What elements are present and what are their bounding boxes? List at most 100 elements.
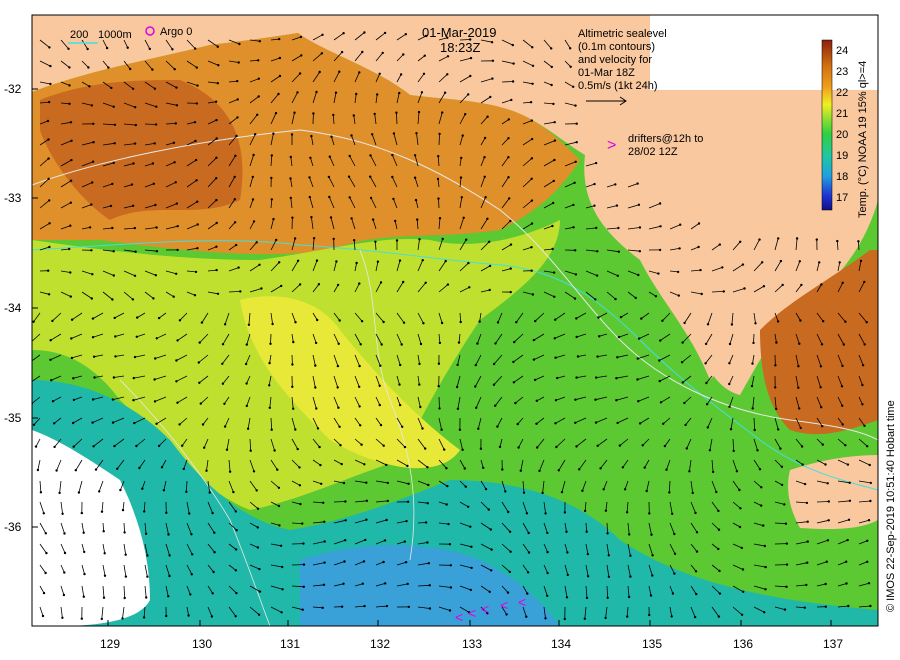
velocity-vector-head <box>509 243 513 246</box>
velocity-vector-head <box>188 512 191 515</box>
velocity-vector-head <box>421 427 424 430</box>
velocity-vector-head <box>422 72 426 76</box>
velocity-vector-head <box>457 341 461 344</box>
velocity-vector-head <box>398 383 401 386</box>
velocity-vector-head <box>92 445 95 448</box>
velocity-vector-head <box>32 320 35 323</box>
velocity-vector-head <box>575 122 578 125</box>
velocity-vector-head <box>124 553 127 556</box>
velocity-vector-head <box>215 118 218 122</box>
velocity-vector-head <box>154 203 157 207</box>
velocity-vector-head <box>294 428 297 431</box>
velocity-vector-head <box>112 274 116 277</box>
velocity-vector-head <box>160 466 164 469</box>
velocity-vector-head <box>272 217 275 221</box>
velocity-vector-head <box>697 222 701 225</box>
credit-text: © IMOS 22-Sep-2019 10:51:40 Hobart time <box>885 400 897 612</box>
velocity-vector-head <box>359 424 362 427</box>
velocity-vector-head <box>446 283 450 286</box>
velocity-vector-head <box>36 468 40 472</box>
velocity-vector-head <box>827 500 830 503</box>
velocity-vector-head <box>841 364 844 368</box>
velocity-vector-head <box>194 139 197 143</box>
velocity-vector-head <box>484 487 488 491</box>
velocity-vector-head <box>819 365 823 368</box>
velocity-vector-head <box>596 444 599 447</box>
velocity-vector-head <box>413 176 417 179</box>
velocity-vector-head <box>777 237 780 240</box>
velocity-vector-head <box>194 47 197 50</box>
velocity-vector-head <box>742 590 745 593</box>
velocity-vector-head <box>380 343 383 346</box>
velocity-vector-head <box>764 565 767 569</box>
velocity-vector-head <box>176 401 179 404</box>
altimetry-note-line: 0.5m/s (1kt 24h) <box>578 80 657 92</box>
velocity-vector-head <box>455 385 459 389</box>
velocity-vector-head <box>275 238 278 242</box>
velocity-vector-head <box>659 401 663 404</box>
velocity-vector-head <box>458 428 462 431</box>
velocity-vector-head <box>90 249 93 252</box>
velocity-vector-head <box>869 604 872 608</box>
velocity-vector-head <box>494 342 497 345</box>
velocity-vector-head <box>175 104 179 107</box>
velocity-vector-head <box>583 617 586 620</box>
velocity-vector-head <box>212 570 215 574</box>
velocity-vector-head <box>237 61 240 64</box>
velocity-vector-head <box>298 72 302 75</box>
velocity-vector-head <box>210 615 214 618</box>
velocity-vector-head <box>268 406 271 409</box>
velocity-vector-head <box>314 341 318 345</box>
velocity-vector-head <box>245 343 248 346</box>
velocity-vector-head <box>336 364 340 368</box>
velocity-vector-head <box>214 100 218 103</box>
velocity-vector-head <box>143 510 146 513</box>
velocity-vector-head <box>446 484 449 488</box>
velocity-vector-head <box>338 70 341 73</box>
velocity-vector-head <box>173 68 176 71</box>
velocity-vector-head <box>234 569 238 572</box>
velocity-vector-head <box>337 406 340 409</box>
velocity-vector-head <box>718 243 721 246</box>
velocity-vector-head <box>358 71 361 74</box>
velocity-vector-head <box>732 449 735 453</box>
velocity-vector-head <box>61 512 64 515</box>
velocity-vector-head <box>228 470 232 473</box>
velocity-vector-head <box>385 518 388 522</box>
velocity-vector-head <box>399 73 403 76</box>
velocity-vector-head <box>252 470 256 473</box>
velocity-vector-head <box>799 426 802 430</box>
velocity-vector-head <box>252 220 256 223</box>
velocity-vector-head <box>316 427 320 430</box>
velocity-vector-head <box>516 422 519 426</box>
velocity-vector-head <box>86 47 89 51</box>
lon-tick-label: 131 <box>280 637 300 651</box>
velocity-vector-head <box>706 426 709 429</box>
velocity-vector-head <box>490 569 493 572</box>
velocity-vector-head <box>315 407 318 410</box>
velocity-vector-head <box>332 113 335 117</box>
velocity-vector-head <box>848 481 851 484</box>
colorbar-tick: 21 <box>836 108 848 120</box>
velocity-vector-head <box>463 467 466 470</box>
velocity-vector-head <box>337 342 340 345</box>
velocity-vector-head <box>535 422 538 425</box>
velocity-vector-head <box>638 226 642 229</box>
velocity-vector-head <box>585 530 588 533</box>
lon-tick-label: 133 <box>462 637 482 651</box>
velocity-vector-head <box>196 84 199 87</box>
velocity-vector-head <box>382 320 385 324</box>
velocity-vector-head <box>72 445 75 448</box>
velocity-vector-head <box>47 138 50 141</box>
velocity-vector-head <box>69 224 72 227</box>
velocity-vector <box>753 333 755 343</box>
velocity-vector-head <box>48 46 51 49</box>
velocity-vector-head <box>328 155 331 158</box>
velocity-vector-head <box>513 340 516 344</box>
velocity-vector-head <box>460 196 463 199</box>
velocity-vector-head <box>272 132 275 135</box>
lat-tick-label: -34 <box>4 301 22 315</box>
velocity-vector-head <box>278 56 282 60</box>
velocity-vector-head <box>670 615 673 618</box>
velocity-vector-head <box>798 260 801 263</box>
